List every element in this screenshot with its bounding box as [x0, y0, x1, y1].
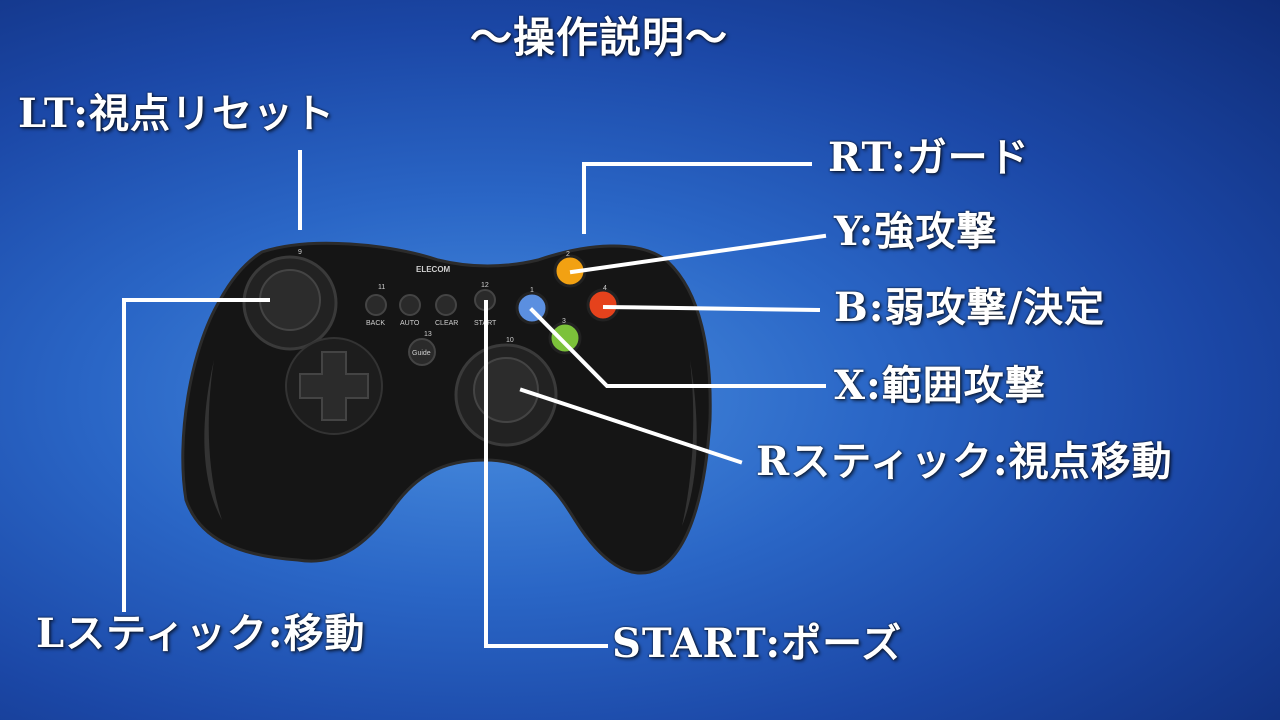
- button-a: [548, 321, 582, 355]
- left-stick: [242, 255, 338, 351]
- guide-label: Guide: [412, 350, 431, 357]
- num-10: 10: [506, 337, 514, 344]
- start-label-callout: START:ポーズ: [612, 620, 903, 667]
- controls-explanation-screen: ～操作説明～ ELECOM BACK AUTO CLEAR START Guid…: [0, 0, 1280, 720]
- l-stick-label: Lスティック:移動: [36, 610, 366, 657]
- back-label: BACK: [366, 320, 385, 327]
- r-stick-label: Rスティック:視点移動: [756, 438, 1173, 485]
- rt-callout-line: [582, 162, 812, 234]
- b-label: B:弱攻撃/決定: [834, 284, 1106, 331]
- brand-logo: ELECOM: [416, 265, 451, 274]
- y-label: Y:強攻撃: [834, 208, 998, 255]
- lt-label: LT:視点リセット: [18, 90, 335, 137]
- num-12: 12: [481, 282, 489, 289]
- num-1: 1: [530, 287, 534, 294]
- num-3: 3: [562, 318, 566, 325]
- x-label: X:範囲攻撃: [834, 362, 1046, 409]
- clear-label: CLEAR: [435, 320, 458, 327]
- num-13: 13: [424, 331, 432, 338]
- rt-label: RT:ガード: [828, 134, 1030, 181]
- num-9: 9: [298, 249, 302, 256]
- button-b: [586, 288, 620, 322]
- auto-label: AUTO: [400, 320, 420, 327]
- dpad: [285, 337, 383, 435]
- num-2: 2: [566, 251, 570, 258]
- num-11: 11: [378, 284, 385, 291]
- num-4: 4: [603, 285, 607, 292]
- gamepad: ELECOM BACK AUTO CLEAR START Guide 11 12…: [181, 241, 712, 575]
